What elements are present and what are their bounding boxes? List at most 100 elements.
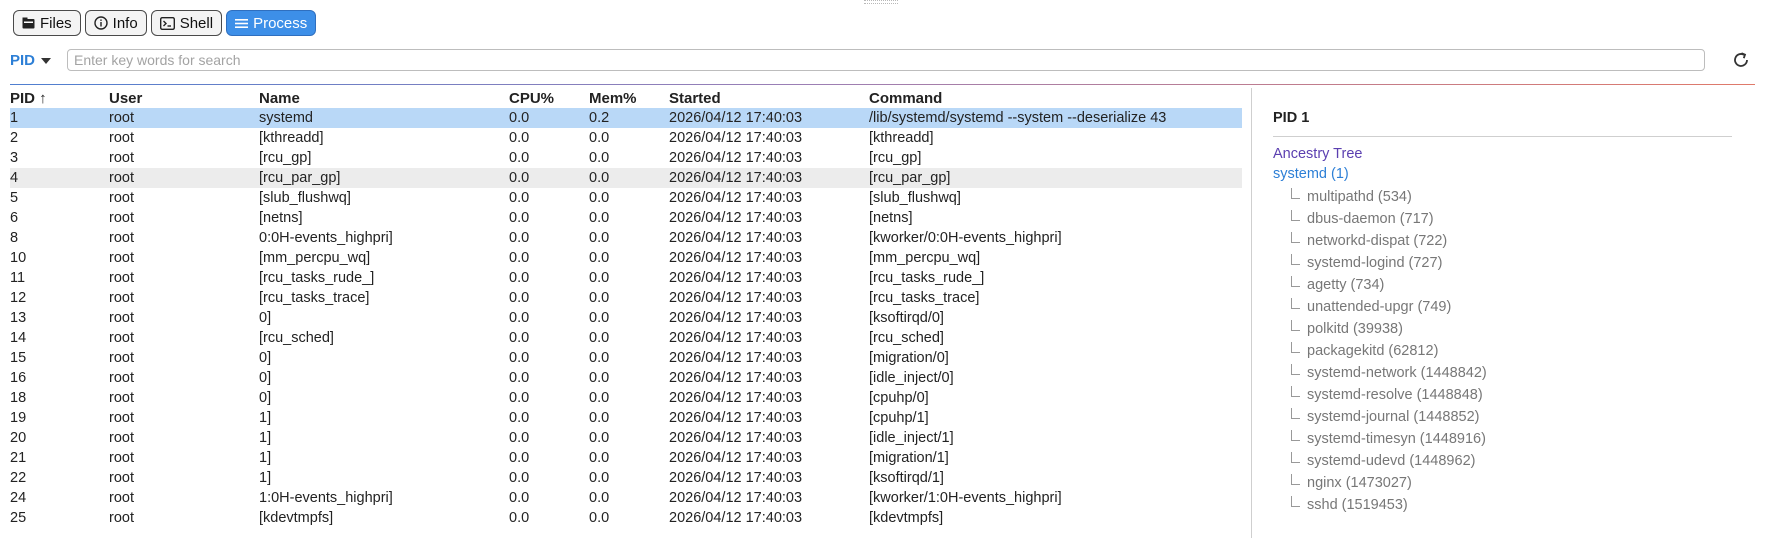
column-header-user[interactable]: User	[109, 90, 259, 107]
table-row[interactable]: 1 root systemd 0.0 0.2 2026/04/12 17:40:03/li…	[10, 108, 1242, 128]
refresh-icon[interactable]	[1730, 49, 1752, 71]
table-row[interactable]: 24 root 1:0H-events_highpri] 0.0 0.0 2026/04/…	[10, 488, 1242, 508]
cell-command: [ksoftirqd/0]	[869, 310, 944, 326]
cell-cpu: 0.0	[509, 210, 530, 226]
tree-child-node[interactable]: systemd-timesyn (1448916)	[1273, 428, 1733, 450]
table-row[interactable]: 21 root 1] 0.0 0.0 2026/04/12 17:40:03 [migrat…	[10, 448, 1242, 468]
tab-shell-label: Shell	[179, 14, 214, 32]
column-header-pid[interactable]: PID ↑	[10, 90, 109, 107]
tab-info[interactable]: Info	[84, 10, 147, 36]
table-row[interactable]: 4 root [rcu_par_gp] 0.0 0.0 2026/04/12 17:40:…	[10, 168, 1242, 188]
cell-pid: 4	[10, 170, 19, 186]
tree-child-node[interactable]: agetty (734)	[1273, 274, 1733, 296]
tree-child-node[interactable]: networkd-dispat (722)	[1273, 230, 1733, 252]
column-header-command[interactable]: Command	[869, 90, 1242, 107]
table-row[interactable]: 6 root [netns] 0.0 0.0 2026/04/12 17:40:03 [ne…	[10, 208, 1242, 228]
table-row[interactable]: 11 root [rcu_tasks_rude_] 0.0 0.0 2026/04/12 …	[10, 268, 1242, 288]
tab-process-label: Process	[253, 14, 308, 32]
cell-pid: 21	[10, 450, 27, 466]
table-row[interactable]: 10 root [mm_percpu_wq] 0.0 0.0 2026/04/12 17:…	[10, 248, 1242, 268]
cell-mem: 0.0	[589, 350, 610, 366]
tree-child-node[interactable]: polkitd (39938)	[1273, 318, 1733, 340]
tree-child-node[interactable]: systemd-resolve (1448848)	[1273, 384, 1733, 406]
table-row[interactable]: 16 root 0] 0.0 0.0 2026/04/12 17:40:03 [idle_i…	[10, 368, 1242, 388]
cell-started: 2026/04/12 17:40:03	[669, 330, 803, 346]
tree-child-node[interactable]: multipathd (534)	[1273, 186, 1733, 208]
cell-cpu: 0.0	[509, 330, 530, 346]
tree-child-node[interactable]: systemd-logind (727)	[1273, 252, 1733, 274]
tree-child-node[interactable]: unattended-upgr (749)	[1273, 296, 1733, 318]
table-row[interactable]: 19 root 1] 0.0 0.0 2026/04/12 17:40:03 [cpuhp/…	[10, 408, 1242, 428]
cell-started: 2026/04/12 17:40:03	[669, 110, 803, 126]
cell-cpu: 0.0	[509, 170, 530, 186]
cell-name: [rcu_tasks_trace]	[259, 290, 370, 306]
cell-pid: 2	[10, 130, 19, 146]
table-row[interactable]: 15 root 0] 0.0 0.0 2026/04/12 17:40:03 [migrat…	[10, 348, 1242, 368]
cell-pid: 18	[10, 390, 27, 406]
cell-mem: 0.0	[589, 490, 610, 506]
table-row[interactable]: 18 root 0] 0.0 0.0 2026/04/12 17:40:03 [cpuhp/…	[10, 388, 1242, 408]
cell-mem: 0.0	[589, 310, 610, 326]
table-row[interactable]: 22 root 1] 0.0 0.0 2026/04/12 17:40:03 [ksofti…	[10, 468, 1242, 488]
cell-user: root	[109, 350, 134, 366]
cell-started: 2026/04/12 17:40:03	[669, 470, 803, 486]
tab-shell[interactable]: Shell	[150, 10, 223, 36]
cell-started: 2026/04/12 17:40:03	[669, 130, 803, 146]
cell-started: 2026/04/12 17:40:03	[669, 190, 803, 206]
cell-pid: 22	[10, 470, 27, 486]
tree-child-label: packagekitd (62812)	[1307, 343, 1439, 359]
panel-splitter[interactable]	[1251, 88, 1252, 538]
cell-mem: 0.0	[589, 430, 610, 446]
drag-handle[interactable]	[864, 0, 898, 4]
tree-child-label: systemd-udevd (1448962)	[1307, 453, 1476, 469]
column-header-name[interactable]: Name	[259, 90, 509, 107]
tab-files[interactable]: Files	[13, 10, 81, 36]
cell-pid: 12	[10, 290, 27, 306]
table-row[interactable]: 13 root 0] 0.0 0.0 2026/04/12 17:40:03 [ksofti…	[10, 308, 1242, 328]
cell-command: [cpuhp/0]	[869, 390, 929, 406]
cell-name: [rcu_tasks_rude_]	[259, 270, 375, 286]
cell-name: [rcu_gp]	[259, 150, 312, 166]
cell-command: [rcu_gp]	[869, 150, 922, 166]
table-row[interactable]: 12 root [rcu_tasks_trace] 0.0 0.0 2026/04/12 …	[10, 288, 1242, 308]
cell-mem: 0.0	[589, 470, 610, 486]
column-header-mem[interactable]: Mem%	[589, 90, 669, 107]
table-row[interactable]: 8 root 0:0H-events_highpri] 0.0 0.0 2026/04/1…	[10, 228, 1242, 248]
tree-root-node[interactable]: systemd (1)	[1273, 166, 1733, 186]
tree-child-node[interactable]: nginx (1473027)	[1273, 472, 1733, 494]
cell-started: 2026/04/12 17:40:03	[669, 490, 803, 506]
tree-child-node[interactable]: systemd-network (1448842)	[1273, 362, 1733, 384]
cell-cpu: 0.0	[509, 450, 530, 466]
cell-user: root	[109, 270, 134, 286]
table-row[interactable]: 25 root [kdevtmpfs] 0.0 0.0 2026/04/12 17:40:…	[10, 508, 1242, 528]
table-body: 1 root systemd 0.0 0.2 2026/04/12 17:40:03/li…	[10, 108, 1242, 528]
table-row[interactable]: 5 root [slub_flushwq] 0.0 0.0 2026/04/12 17:4…	[10, 188, 1242, 208]
cell-cpu: 0.0	[509, 110, 530, 126]
cell-user: root	[109, 290, 134, 306]
tree-child-node[interactable]: systemd-udevd (1448962)	[1273, 450, 1733, 472]
table-row[interactable]: 2 root [kthreadd] 0.0 0.0 2026/04/12 17:40:03…	[10, 128, 1242, 148]
table-row[interactable]: 3 root [rcu_gp] 0.0 0.0 2026/04/12 17:40:03 [r…	[10, 148, 1242, 168]
tree-child-label: systemd-timesyn (1448916)	[1307, 431, 1486, 447]
tree-child-label: multipathd (534)	[1307, 189, 1412, 205]
cell-mem: 0.0	[589, 130, 610, 146]
cell-user: root	[109, 230, 134, 246]
tree-child-node[interactable]: packagekitd (62812)	[1273, 340, 1733, 362]
column-header-cpu[interactable]: CPU%	[509, 90, 589, 107]
cell-mem: 0.0	[589, 450, 610, 466]
column-header-started[interactable]: Started	[669, 90, 869, 107]
tree-child-node[interactable]: dbus-daemon (717)	[1273, 208, 1733, 230]
cell-user: root	[109, 330, 134, 346]
tree-child-node[interactable]: systemd-journal (1448852)	[1273, 406, 1733, 428]
search-field-dropdown[interactable]: PID	[10, 52, 52, 69]
tab-process[interactable]: Process	[226, 10, 317, 36]
search-input[interactable]	[67, 49, 1705, 71]
tree-child-node[interactable]: sshd (1519453)	[1273, 494, 1733, 516]
table-row[interactable]: 14 root [rcu_sched] 0.0 0.0 2026/04/12 17:40:…	[10, 328, 1242, 348]
table-row[interactable]: 20 root 1] 0.0 0.0 2026/04/12 17:40:03 [idle_i…	[10, 428, 1242, 448]
tree-child-label: systemd-network (1448842)	[1307, 365, 1487, 381]
cell-pid: 11	[10, 270, 26, 286]
cell-name: [mm_percpu_wq]	[259, 250, 371, 266]
cell-pid: 20	[10, 430, 27, 446]
cell-command: [idle_inject/1]	[869, 430, 954, 446]
